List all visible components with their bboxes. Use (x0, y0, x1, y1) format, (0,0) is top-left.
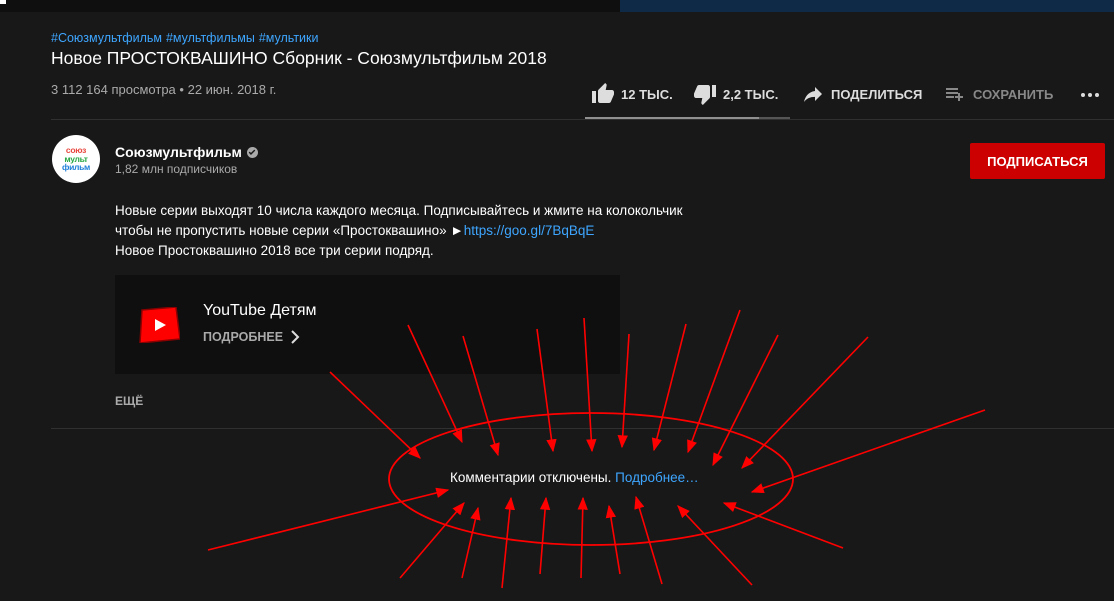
youtube-kids-logo-icon (139, 307, 180, 343)
share-icon (804, 87, 822, 102)
channel-name-text: Союзмультфильм (115, 144, 242, 160)
hashtags: #Союзмультфильм #мультфильмы #мультики (51, 31, 323, 45)
meta-separator: • (179, 82, 184, 97)
comments-learn-more-link[interactable]: Подробнее… (615, 470, 699, 485)
hashtag-link[interactable]: #Союзмультфильм (51, 31, 162, 45)
description-line: Новое Простоквашино 2018 все три серии п… (115, 243, 434, 258)
video-title: Новое ПРОСТОКВАШИНО Сборник - Союзмультф… (51, 48, 547, 68)
dislike-button[interactable]: 2,2 ТЫС. (693, 82, 778, 106)
top-bar-corner (0, 0, 6, 4)
share-button[interactable]: ПОДЕЛИТЬСЯ (801, 82, 922, 106)
channel-avatar[interactable]: союз мульт фильм (52, 135, 100, 183)
chevron-right-icon (291, 330, 300, 344)
divider (51, 119, 1114, 120)
comments-disabled-text: Комментарии отключены. (450, 470, 612, 485)
card-more-label: ПОДРОБНЕЕ (203, 330, 284, 344)
view-count: 3 112 164 просмотра (51, 82, 176, 97)
subscriber-count: 1,82 млн подписчиков (115, 162, 238, 176)
publish-date: 22 июн. 2018 г. (187, 82, 277, 97)
top-bar-accent (620, 0, 1114, 12)
card-learn-more-link[interactable]: ПОДРОБНЕЕ (203, 329, 303, 345)
dislike-count: 2,2 ТЫС. (723, 86, 779, 102)
thumbs-down-icon (694, 85, 716, 105)
verified-check-icon (246, 146, 258, 158)
video-meta: 3 112 164 просмотра • 22 июн. 2018 г. (51, 82, 276, 97)
subscribe-button[interactable]: ПОДПИСАТЬСЯ (970, 143, 1105, 179)
save-button[interactable]: СОХРАНИТЬ (943, 82, 1053, 106)
hashtag-link[interactable]: #мультики (259, 31, 319, 45)
playlist-add-icon (946, 88, 963, 101)
description-link[interactable]: https://goo.gl/7BqBqE (464, 223, 595, 238)
video-description: Новые серии выходят 10 числа каждого мес… (115, 201, 683, 261)
description-text: чтобы не пропустить новые серии «Просток… (115, 223, 464, 238)
avatar-logo-line: фильм (61, 162, 91, 173)
channel-name[interactable]: Союзмультфильм (115, 144, 258, 160)
card-title: YouTube Детям (203, 302, 317, 319)
show-more-button[interactable]: ЕЩЁ (115, 394, 143, 408)
description-line: Новые серии выходят 10 числа каждого мес… (115, 203, 683, 218)
thumbs-up-icon (592, 83, 614, 103)
description-line: чтобы не пропустить новые серии «Просток… (115, 221, 683, 241)
hashtag-link[interactable]: #мультфильмы (166, 31, 255, 45)
save-label: СОХРАНИТЬ (973, 86, 1054, 102)
youtube-kids-card[interactable]: YouTube Детям ПОДРОБНЕЕ (115, 275, 620, 374)
like-count: 12 ТЫС. (621, 86, 673, 102)
divider (51, 428, 1114, 429)
top-bar (0, 0, 1114, 12)
like-button[interactable]: 12 ТЫС. (591, 82, 673, 106)
comments-disabled-message: Комментарии отключены. Подробнее… (450, 470, 699, 485)
more-actions-button[interactable] (1078, 82, 1102, 106)
more-horiz-icon (1081, 93, 1099, 97)
share-label: ПОДЕЛИТЬСЯ (831, 86, 923, 102)
